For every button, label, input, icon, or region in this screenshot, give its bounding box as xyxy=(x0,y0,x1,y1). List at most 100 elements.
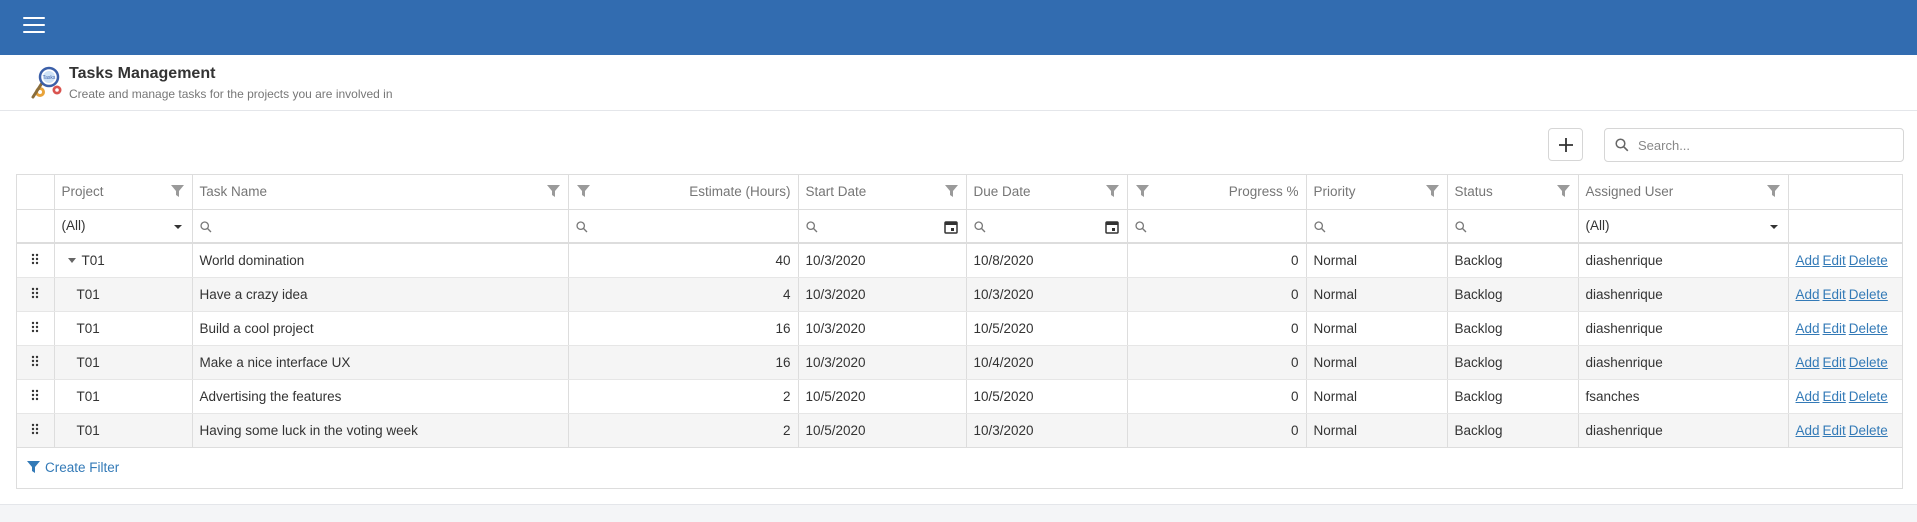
funnel-icon[interactable] xyxy=(944,185,958,198)
column-header-start-date[interactable]: Start Date xyxy=(798,175,967,210)
table-row[interactable]: T01 Have a crazy idea 4 10/3/2020 10/3/2020 0… xyxy=(17,277,1902,312)
status-cell: Backlog xyxy=(1447,413,1579,448)
drag-handle-icon[interactable] xyxy=(31,389,39,401)
add-link[interactable]: Add xyxy=(1796,321,1820,336)
add-link[interactable]: Add xyxy=(1796,423,1820,438)
estimate-cell: 40 xyxy=(568,243,799,278)
delete-link[interactable]: Delete xyxy=(1849,389,1888,404)
add-link[interactable]: Add xyxy=(1796,287,1820,302)
column-header-estimate[interactable]: Estimate (Hours) xyxy=(568,175,799,210)
project-cell: T01 xyxy=(54,277,193,312)
column-header-project[interactable]: Project xyxy=(54,175,193,210)
filter-project-select[interactable]: (All) xyxy=(54,209,193,244)
due-date-cell: 10/5/2020 xyxy=(966,311,1128,346)
grid-search[interactable] xyxy=(1604,128,1904,162)
add-link[interactable]: Add xyxy=(1796,389,1820,404)
table-row[interactable]: T01 World domination 40 10/3/2020 10/8/2020 0… xyxy=(17,243,1902,278)
add-link[interactable]: Add xyxy=(1796,253,1820,268)
filter-status[interactable] xyxy=(1447,209,1579,244)
estimate-cell: 16 xyxy=(568,345,799,380)
edit-link[interactable]: Edit xyxy=(1823,321,1846,336)
calendar-icon[interactable] xyxy=(1104,220,1119,234)
hamburger-menu-icon[interactable] xyxy=(23,17,45,37)
task-name-cell: World domination xyxy=(192,243,569,278)
progress-cell: 0 xyxy=(1127,345,1307,380)
project-cell[interactable]: T01 xyxy=(54,243,193,278)
column-header-progress[interactable]: Progress % xyxy=(1127,175,1307,210)
drag-handle-icon[interactable] xyxy=(31,253,39,265)
assigned-user-cell: diashenrique xyxy=(1578,243,1789,278)
edit-link[interactable]: Edit xyxy=(1823,389,1846,404)
collapse-arrow-icon[interactable] xyxy=(67,257,76,263)
assigned-user-cell: diashenrique xyxy=(1578,277,1789,312)
delete-link[interactable]: Delete xyxy=(1849,253,1888,268)
drag-handle-icon[interactable] xyxy=(31,287,39,299)
add-link[interactable]: Add xyxy=(1796,355,1820,370)
filter-assigned-user-select[interactable]: (All) xyxy=(1578,209,1789,244)
filter-start-date[interactable] xyxy=(798,209,967,244)
search-icon xyxy=(575,220,587,232)
column-header-due-date[interactable]: Due Date xyxy=(966,175,1128,210)
funnel-icon[interactable] xyxy=(1766,185,1780,198)
funnel-icon[interactable] xyxy=(1425,185,1439,198)
edit-link[interactable]: Edit xyxy=(1823,355,1846,370)
drag-handle-icon[interactable] xyxy=(31,423,39,435)
main-panel: Project Task Name Estimate (Hours) Start… xyxy=(0,111,1917,505)
funnel-icon[interactable] xyxy=(576,185,590,198)
drag-handle-icon[interactable] xyxy=(31,355,39,367)
funnel-icon[interactable] xyxy=(546,185,560,198)
column-header-status[interactable]: Status xyxy=(1447,175,1579,210)
drag-handle[interactable] xyxy=(17,413,55,448)
filter-estimate[interactable] xyxy=(568,209,799,244)
search-icon xyxy=(1134,220,1146,232)
calendar-icon[interactable] xyxy=(943,220,958,234)
table-row[interactable]: T01 Build a cool project 16 10/3/2020 10/5/2… xyxy=(17,311,1902,346)
page-subtitle: Create and manage tasks for the projects… xyxy=(69,87,393,101)
funnel-icon[interactable] xyxy=(1556,185,1570,198)
start-date-cell: 10/5/2020 xyxy=(798,379,967,414)
column-header-assigned-user[interactable]: Assigned User xyxy=(1578,175,1789,210)
table-row[interactable]: T01 Make a nice interface UX 16 10/3/2020 10… xyxy=(17,345,1902,380)
filter-select-value: (All) xyxy=(1585,218,1610,234)
row-actions: Add Edit Delete xyxy=(1788,311,1902,346)
search-icon xyxy=(199,220,211,232)
edit-link[interactable]: Edit xyxy=(1823,253,1846,268)
drag-handle[interactable] xyxy=(17,243,55,278)
filter-progress[interactable] xyxy=(1127,209,1307,244)
progress-cell: 0 xyxy=(1127,413,1307,448)
table-row[interactable]: T01 Having some luck in the voting week 2 1… xyxy=(17,413,1902,448)
search-icon xyxy=(973,220,985,232)
plus-icon xyxy=(1558,137,1573,152)
edit-link[interactable]: Edit xyxy=(1823,287,1846,302)
drag-handle-icon[interactable] xyxy=(31,321,39,333)
filter-task-name[interactable] xyxy=(192,209,569,244)
add-task-button[interactable] xyxy=(1548,128,1583,161)
header-row: Project Task Name Estimate (Hours) Start… xyxy=(17,175,1902,210)
column-header-priority[interactable]: Priority xyxy=(1306,175,1448,210)
edit-link[interactable]: Edit xyxy=(1823,423,1846,438)
delete-link[interactable]: Delete xyxy=(1849,355,1888,370)
due-date-cell: 10/5/2020 xyxy=(966,379,1128,414)
status-cell: Backlog xyxy=(1447,345,1579,380)
funnel-icon[interactable] xyxy=(1135,185,1149,198)
filter-due-date[interactable] xyxy=(966,209,1128,244)
filter-cell-empty xyxy=(1788,209,1902,244)
drag-handle[interactable] xyxy=(17,277,55,312)
create-filter-link[interactable]: Create Filter xyxy=(27,460,119,475)
drag-handle[interactable] xyxy=(17,379,55,414)
column-header-task-name[interactable]: Task Name xyxy=(192,175,569,210)
delete-link[interactable]: Delete xyxy=(1849,321,1888,336)
create-filter-label: Create Filter xyxy=(45,459,120,475)
delete-link[interactable]: Delete xyxy=(1849,423,1888,438)
row-actions: Add Edit Delete xyxy=(1788,413,1902,448)
table-row[interactable]: T01 Advertising the features 2 10/5/2020 10/… xyxy=(17,379,1902,414)
drag-handle[interactable] xyxy=(17,345,55,380)
search-input[interactable] xyxy=(1638,130,1898,160)
filter-priority[interactable] xyxy=(1306,209,1448,244)
delete-link[interactable]: Delete xyxy=(1849,287,1888,302)
project-cell: T01 xyxy=(54,379,193,414)
drag-handle[interactable] xyxy=(17,311,55,346)
progress-cell: 0 xyxy=(1127,379,1307,414)
funnel-icon[interactable] xyxy=(170,185,184,198)
funnel-icon[interactable] xyxy=(1105,185,1119,198)
